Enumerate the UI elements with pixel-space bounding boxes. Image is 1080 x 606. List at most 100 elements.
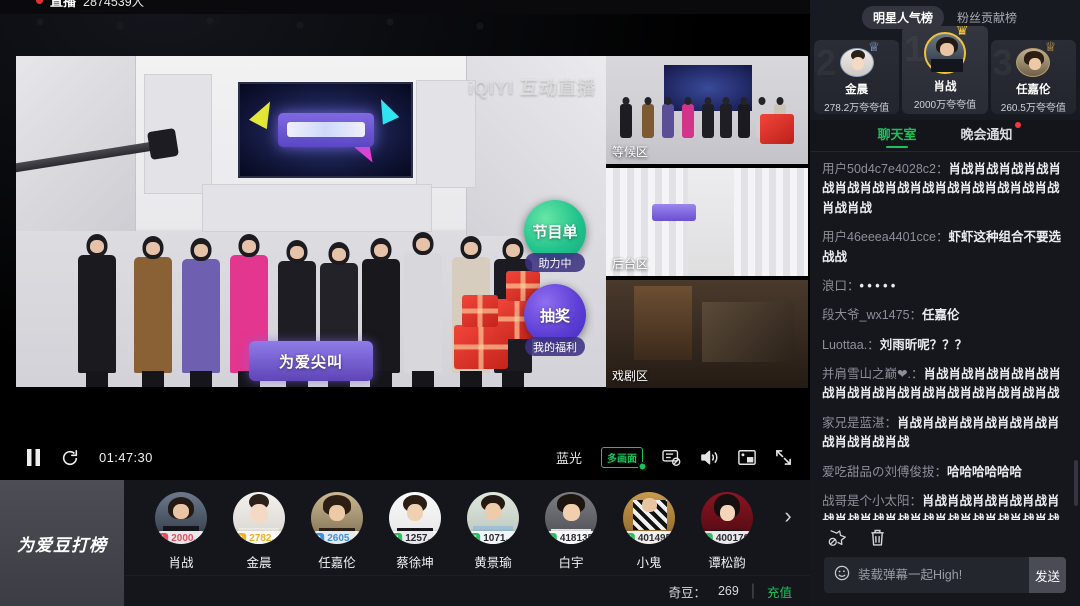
idol-name: 小鬼: [636, 556, 662, 570]
main-camera-feed[interactable]: 为爱尖叫: [16, 56, 606, 387]
idol-item[interactable]: 5 1071... 黄景瑜: [464, 492, 522, 571]
idol-item[interactable]: 3 2605... 任嘉伦: [308, 492, 366, 571]
notification-dot: [1014, 122, 1021, 128]
coin-label: 奇豆：: [668, 585, 706, 600]
program-list-button[interactable]: 节目单 助力中: [520, 200, 590, 272]
thumbnail-drama-area[interactable]: 戏剧区: [606, 280, 808, 388]
idol-name: 黄景瑜: [474, 556, 512, 570]
thumbnail-backstage-area[interactable]: 后台区: [606, 168, 808, 276]
podium-value: 260.5万夸夸值: [1000, 103, 1066, 114]
pause-icon[interactable]: [26, 449, 41, 466]
idol-ranking-bar: 为爱豆打榜 1 2000... 肖战 2 2782... 金晨 3 2605..…: [0, 480, 810, 606]
rank-number: 7: [623, 532, 635, 544]
chat-input[interactable]: [858, 568, 1019, 582]
rank-number: 8: [701, 532, 713, 544]
danmaku-off-icon[interactable]: [662, 449, 681, 466]
podium-name: 金晨: [845, 84, 869, 96]
chat-message-list[interactable]: 用户50d4c7e4028c2：肖战肖战肖战肖战肖战肖战肖战肖战肖战肖战肖战肖战…: [810, 152, 1080, 520]
program-list-sublabel: 助力中: [525, 253, 585, 272]
avatar: 4 1257...: [389, 492, 441, 544]
rank-bar-title: 为爱豆打榜: [0, 480, 124, 606]
chat-username: 浪口：: [822, 278, 860, 293]
block-danmaku-icon[interactable]: [828, 528, 847, 547]
chat-username: 爱吃甜品の刘傅俊拔：: [822, 464, 948, 479]
chat-text: 哈哈哈哈哈哈: [947, 464, 1023, 479]
background-bird-pattern: [30, 12, 810, 52]
tab-chat-room[interactable]: 聊天室: [877, 124, 916, 147]
floating-action-buttons: 节目单 助力中 抽奖 我的福利: [520, 200, 590, 368]
chat-username: 家兄是蓝湛：: [822, 415, 898, 430]
multiscreen-toggle[interactable]: 多画面: [601, 447, 647, 471]
live-stream-page: 直播 2874539人 为爱尖叫 iQIYI 互动直播 节目单 助力中 抽奖 我…: [0, 0, 1080, 606]
idol-item[interactable]: 6 418135 白宇: [542, 492, 600, 571]
idol-item[interactable]: 7 401495 小鬼: [620, 492, 678, 571]
trash-icon[interactable]: [869, 528, 886, 547]
refresh-icon[interactable]: [61, 449, 79, 467]
emoji-icon[interactable]: [834, 565, 850, 586]
rank-badge: 2 2782...: [233, 531, 285, 544]
thumbnail-label: 后台区: [612, 257, 649, 271]
chat-text: • • • • •: [859, 278, 896, 293]
rank-value: 2782...: [249, 533, 280, 544]
chat-input-wrapper[interactable]: [824, 557, 1029, 593]
recharge-button[interactable]: 充值: [767, 582, 792, 601]
thumbnail-label: 戏剧区: [612, 369, 649, 383]
idol-name: 谭松韵: [708, 556, 746, 570]
chat-message: 段大爷_wx1475：任嘉伦: [822, 306, 1068, 325]
camera-thumbnail-rail: 等候区 后台区 戏剧区: [606, 56, 808, 392]
rank-value: 2000...: [171, 533, 202, 544]
thumbnail-label: 等候区: [612, 145, 649, 159]
podium-value: 278.2万夸夸值: [824, 103, 890, 114]
podium-card-third[interactable]: 3 ♕ 任嘉伦 260.5万夸夸值: [990, 40, 1076, 114]
chat-message: 并肩雪山之巅❤.：肖战肖战肖战肖战肖战肖战肖战肖战肖战肖战肖战肖战肖战肖战肖战: [822, 365, 1068, 404]
chevron-right-icon[interactable]: ›: [774, 484, 802, 548]
rank-number: 3: [312, 532, 325, 544]
podium-name: 任嘉伦: [1016, 84, 1051, 96]
lottery-button[interactable]: 抽奖 我的福利: [520, 284, 590, 356]
crown-icon: ♕: [868, 40, 880, 54]
podium-card-second[interactable]: 2 ♕ 金晨 278.2万夸夸值: [814, 40, 900, 114]
idol-item[interactable]: 4 1257... 蔡徐坤: [386, 492, 444, 571]
idol-name: 蔡徐坤: [396, 556, 434, 570]
idol-item[interactable]: 2 2782... 金晨: [230, 492, 288, 571]
tab-gala-notice[interactable]: 晚会通知: [961, 122, 1021, 147]
send-button[interactable]: 发送: [1029, 557, 1066, 593]
idol-item[interactable]: 1 2000... 肖战: [152, 492, 210, 571]
quality-selector[interactable]: 蓝光: [556, 448, 582, 467]
avatar: 8 400170: [701, 492, 753, 544]
rank-value: 2605...: [327, 533, 358, 544]
performer: [134, 236, 172, 387]
performer: [78, 234, 116, 387]
rank-value: 1257...: [405, 533, 436, 544]
avatar: ♕: [839, 40, 880, 77]
divider: |: [750, 582, 755, 599]
viewer-count: 2874539人: [83, 0, 145, 9]
player-column: 直播 2874539人 为爱尖叫 iQIYI 互动直播 节目单 助力中 抽奖 我…: [0, 0, 810, 606]
podium-card-first[interactable]: 1 ♛ 肖战 2000万夸夸值: [902, 26, 988, 114]
performer: [182, 238, 220, 387]
performer: [404, 232, 442, 387]
chat-scrollbar[interactable]: [1074, 460, 1078, 506]
chat-toolbar: [810, 520, 1080, 554]
volume-icon[interactable]: [700, 449, 719, 466]
chat-message: 爱吃甜品の刘傅俊拔：哈哈哈哈哈哈: [822, 463, 1068, 482]
chat-message: 用户50d4c7e4028c2：肖战肖战肖战肖战肖战肖战肖战肖战肖战肖战肖战肖战…: [822, 160, 1068, 218]
rank-value: 1071...: [483, 533, 514, 544]
fullscreen-icon[interactable]: [775, 449, 792, 466]
podium-name: 肖战: [933, 81, 957, 93]
stage-led-screen: [238, 82, 413, 178]
video-stage[interactable]: 为爱尖叫 iQIYI 互动直播 节目单 助力中 抽奖 我的福利 等候区 后台区 …: [0, 0, 810, 435]
rank-badge: 5 1071...: [467, 531, 519, 544]
rank-number: 6: [545, 532, 557, 544]
live-indicator-dot: [36, 0, 43, 4]
rank-value: 401495: [637, 533, 672, 544]
podium-place-ghost: 2: [816, 42, 836, 84]
thumbnail-waiting-area[interactable]: 等候区: [606, 56, 808, 164]
tab-chat-room-label: 聊天室: [877, 127, 917, 142]
picture-in-picture-icon[interactable]: [738, 449, 756, 466]
rank-value: 400170: [715, 533, 750, 544]
idol-item[interactable]: 8 400170 谭松韵: [698, 492, 756, 571]
rank-number: 5: [468, 532, 481, 544]
avatar: 7 401495: [623, 492, 675, 544]
live-header-strip: 直播 2874539人: [0, 0, 810, 14]
